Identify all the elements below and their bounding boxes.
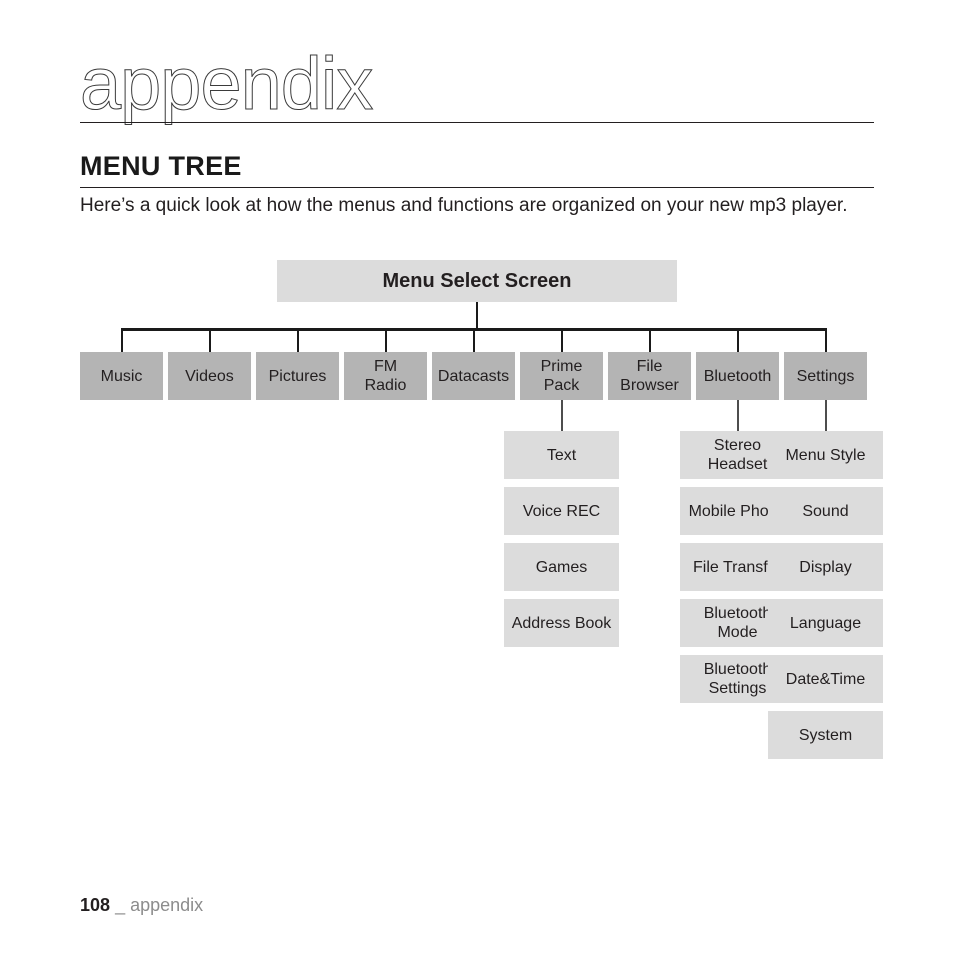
menu-drop-4 bbox=[472, 328, 475, 352]
menu-drop-2 bbox=[296, 328, 299, 352]
menu-tree-diagram: Menu Select Screen Music Videos Pictures FM R… bbox=[0, 0, 954, 954]
sub-connector-5 bbox=[560, 400, 563, 431]
sub-node-5-0[interactable]: Text bbox=[504, 431, 619, 479]
sub-node-8-4[interactable]: Date&Time bbox=[768, 655, 883, 703]
menu-drop-5 bbox=[560, 328, 563, 352]
menu-drop-8 bbox=[824, 328, 827, 352]
menu-node-1[interactable]: Videos bbox=[168, 352, 251, 400]
sub-node-8-0[interactable]: Menu Style bbox=[768, 431, 883, 479]
footer-separator-mark: _ bbox=[115, 895, 126, 915]
menu-drop-1 bbox=[208, 328, 211, 352]
menu-node-7[interactable]: Bluetooth bbox=[696, 352, 779, 400]
sub-connector-7 bbox=[736, 400, 739, 431]
sub-node-8-3[interactable]: Language bbox=[768, 599, 883, 647]
menu-node-8[interactable]: Settings bbox=[784, 352, 867, 400]
menu-node-6[interactable]: File Browser bbox=[608, 352, 691, 400]
footer-page-number: 108 bbox=[80, 895, 111, 915]
sub-node-8-1[interactable]: Sound bbox=[768, 487, 883, 535]
sub-node-8-5[interactable]: System bbox=[768, 711, 883, 759]
menu-drop-3 bbox=[384, 328, 387, 352]
menu-node-4[interactable]: Datacasts bbox=[432, 352, 515, 400]
sub-connector-8 bbox=[824, 400, 827, 431]
menu-drop-7 bbox=[736, 328, 739, 352]
sub-node-5-1[interactable]: Voice REC bbox=[504, 487, 619, 535]
menu-drop-6 bbox=[648, 328, 651, 352]
menu-node-3[interactable]: FM Radio bbox=[344, 352, 427, 400]
sub-node-5-3[interactable]: Address Book bbox=[504, 599, 619, 647]
page-footer: 108 _ appendix bbox=[80, 893, 203, 917]
sub-node-8-2[interactable]: Display bbox=[768, 543, 883, 591]
menu-node-0[interactable]: Music bbox=[80, 352, 163, 400]
root-riser bbox=[476, 302, 478, 331]
menu-node-2[interactable]: Pictures bbox=[256, 352, 339, 400]
menu-drop-0 bbox=[120, 328, 123, 352]
menu-node-5[interactable]: Prime Pack bbox=[520, 352, 603, 400]
bus-line bbox=[120, 328, 827, 331]
footer-label: appendix bbox=[130, 895, 204, 915]
root-node: Menu Select Screen bbox=[277, 260, 677, 302]
sub-node-5-2[interactable]: Games bbox=[504, 543, 619, 591]
